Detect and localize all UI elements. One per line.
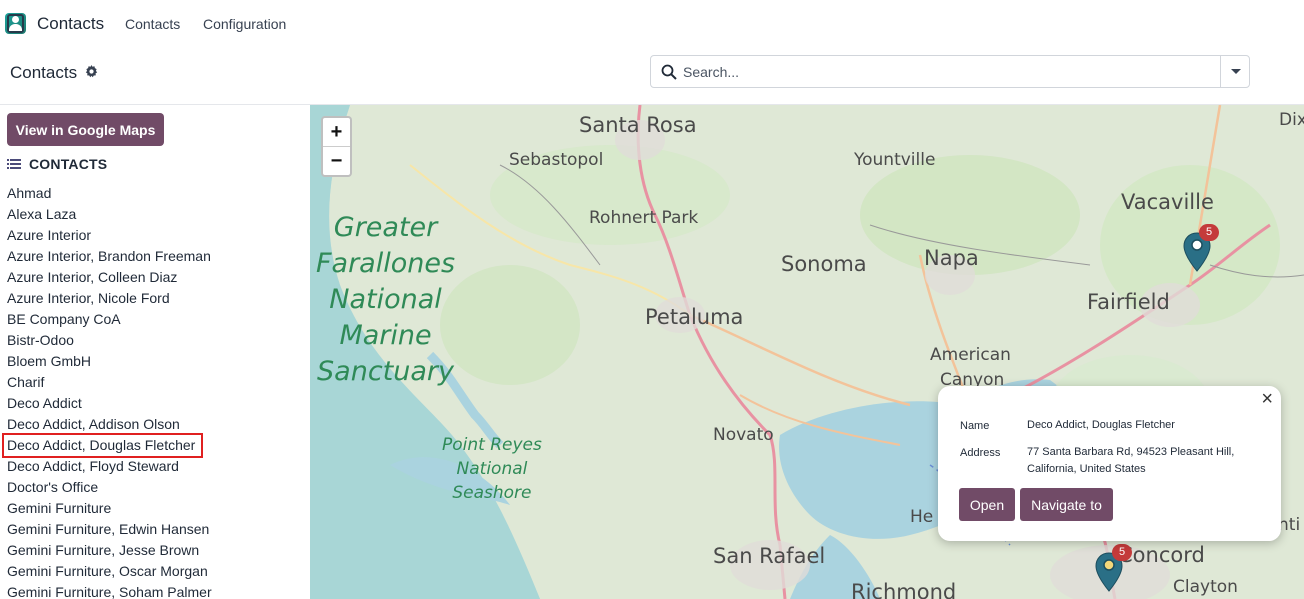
map-label: Petaluma bbox=[645, 305, 744, 329]
map-label: Yountville bbox=[854, 150, 936, 170]
zoom-control: + − bbox=[321, 116, 352, 177]
map-label: Rohnert Park bbox=[589, 208, 699, 228]
popup-address-key: Address bbox=[960, 447, 1001, 459]
contact-item[interactable]: Deco Addict, Addison Olson bbox=[7, 414, 212, 435]
contact-item[interactable]: Gemini Furniture, Oscar Morgan bbox=[7, 561, 212, 582]
marker-count-badge: 5 bbox=[1112, 544, 1132, 561]
contact-item[interactable]: Gemini Furniture, Edwin Hansen bbox=[7, 519, 212, 540]
open-button[interactable]: Open bbox=[959, 488, 1015, 521]
contact-item-highlighted[interactable]: Deco Addict, Douglas Fletcher bbox=[1, 433, 204, 458]
contact-item[interactable]: Ahmad bbox=[7, 183, 212, 204]
map-label: Sonoma bbox=[781, 252, 867, 276]
map-label: Napa bbox=[924, 246, 979, 270]
contact-list: Ahmad Alexa Laza Azure Interior Azure In… bbox=[1, 183, 212, 599]
marker-popup: × Name Deco Addict, Douglas Fletcher Add… bbox=[938, 386, 1281, 541]
contact-item[interactable]: Azure Interior bbox=[7, 225, 212, 246]
contacts-sidebar: View in Google Maps CONTACTS Ahmad Alexa… bbox=[0, 105, 310, 599]
contacts-heading: CONTACTS bbox=[29, 156, 108, 172]
view-in-google-maps-button[interactable]: View in Google Maps bbox=[7, 113, 164, 146]
map-label: Novato bbox=[713, 425, 774, 445]
contact-item[interactable]: Deco Addict, Floyd Steward bbox=[7, 456, 212, 477]
zoom-out-button[interactable]: − bbox=[323, 147, 350, 176]
contact-item[interactable]: Azure Interior, Colleen Diaz bbox=[7, 267, 212, 288]
list-icon bbox=[7, 159, 21, 169]
map-label: nti bbox=[1278, 515, 1301, 535]
app-name[interactable]: Contacts bbox=[37, 14, 104, 34]
contact-item[interactable]: BE Company CoA bbox=[7, 309, 212, 330]
zoom-in-button[interactable]: + bbox=[323, 118, 350, 147]
map-label: American bbox=[930, 345, 1011, 365]
search-options-toggle[interactable] bbox=[1220, 56, 1249, 87]
contact-item[interactable]: Gemini Furniture, Jesse Brown bbox=[7, 540, 212, 561]
contact-item[interactable]: Charif bbox=[7, 372, 212, 393]
popup-address-value: 77 Santa Barbara Rd, 94523 Pleasant Hill… bbox=[1027, 446, 1235, 475]
map-label: Clayton bbox=[1173, 577, 1238, 597]
map-label: Fairfield bbox=[1087, 290, 1170, 314]
contact-item[interactable]: Deco Addict bbox=[7, 393, 212, 414]
contact-item[interactable]: Gemini Furniture bbox=[7, 498, 212, 519]
gear-icon[interactable] bbox=[85, 65, 98, 78]
point-reyes-label: Point Reyes National Seashore bbox=[442, 435, 542, 503]
search-icon bbox=[661, 64, 677, 80]
map-label: Richmond bbox=[851, 580, 957, 599]
page-title: Contacts bbox=[10, 63, 78, 82]
contact-item[interactable]: Gemini Furniture, Soham Palmer bbox=[7, 582, 212, 599]
contact-item[interactable]: Bloem GmbH bbox=[7, 351, 212, 372]
contacts-app-icon[interactable] bbox=[5, 13, 26, 34]
map-label: Santa Rosa bbox=[579, 113, 697, 137]
map-label: He bbox=[910, 507, 934, 527]
search-input[interactable] bbox=[683, 57, 1218, 86]
close-icon[interactable]: × bbox=[1261, 388, 1273, 411]
contact-item[interactable]: Azure Interior, Nicole Ford bbox=[7, 288, 212, 309]
search-bar bbox=[650, 55, 1250, 88]
contact-item[interactable]: Alexa Laza bbox=[7, 204, 212, 225]
chevron-down-icon bbox=[1231, 69, 1241, 74]
popup-name-key: Name bbox=[960, 420, 990, 432]
contact-item[interactable]: Azure Interior, Brandon Freeman bbox=[7, 246, 212, 267]
popup-name-value: Deco Addict, Douglas Fletcher bbox=[1027, 419, 1175, 431]
contact-item[interactable]: Bistr-Odoo bbox=[7, 330, 212, 351]
map-label: Sebastopol bbox=[509, 150, 604, 170]
menu-configuration[interactable]: Configuration bbox=[203, 16, 286, 32]
map-label: Dixo bbox=[1279, 110, 1304, 130]
map-label: Vacaville bbox=[1121, 190, 1214, 214]
marker-count-badge: 5 bbox=[1199, 224, 1219, 241]
contact-item[interactable]: Doctor's Office bbox=[7, 477, 212, 498]
farallones-sanctuary-label: Greater Farallones National Marine Sanct… bbox=[316, 212, 456, 387]
menu-contacts[interactable]: Contacts bbox=[125, 16, 180, 32]
navigate-to-button[interactable]: Navigate to bbox=[1020, 488, 1113, 521]
top-navbar: Contacts Contacts Configuration bbox=[0, 0, 1304, 47]
map-label: San Rafael bbox=[713, 544, 826, 568]
